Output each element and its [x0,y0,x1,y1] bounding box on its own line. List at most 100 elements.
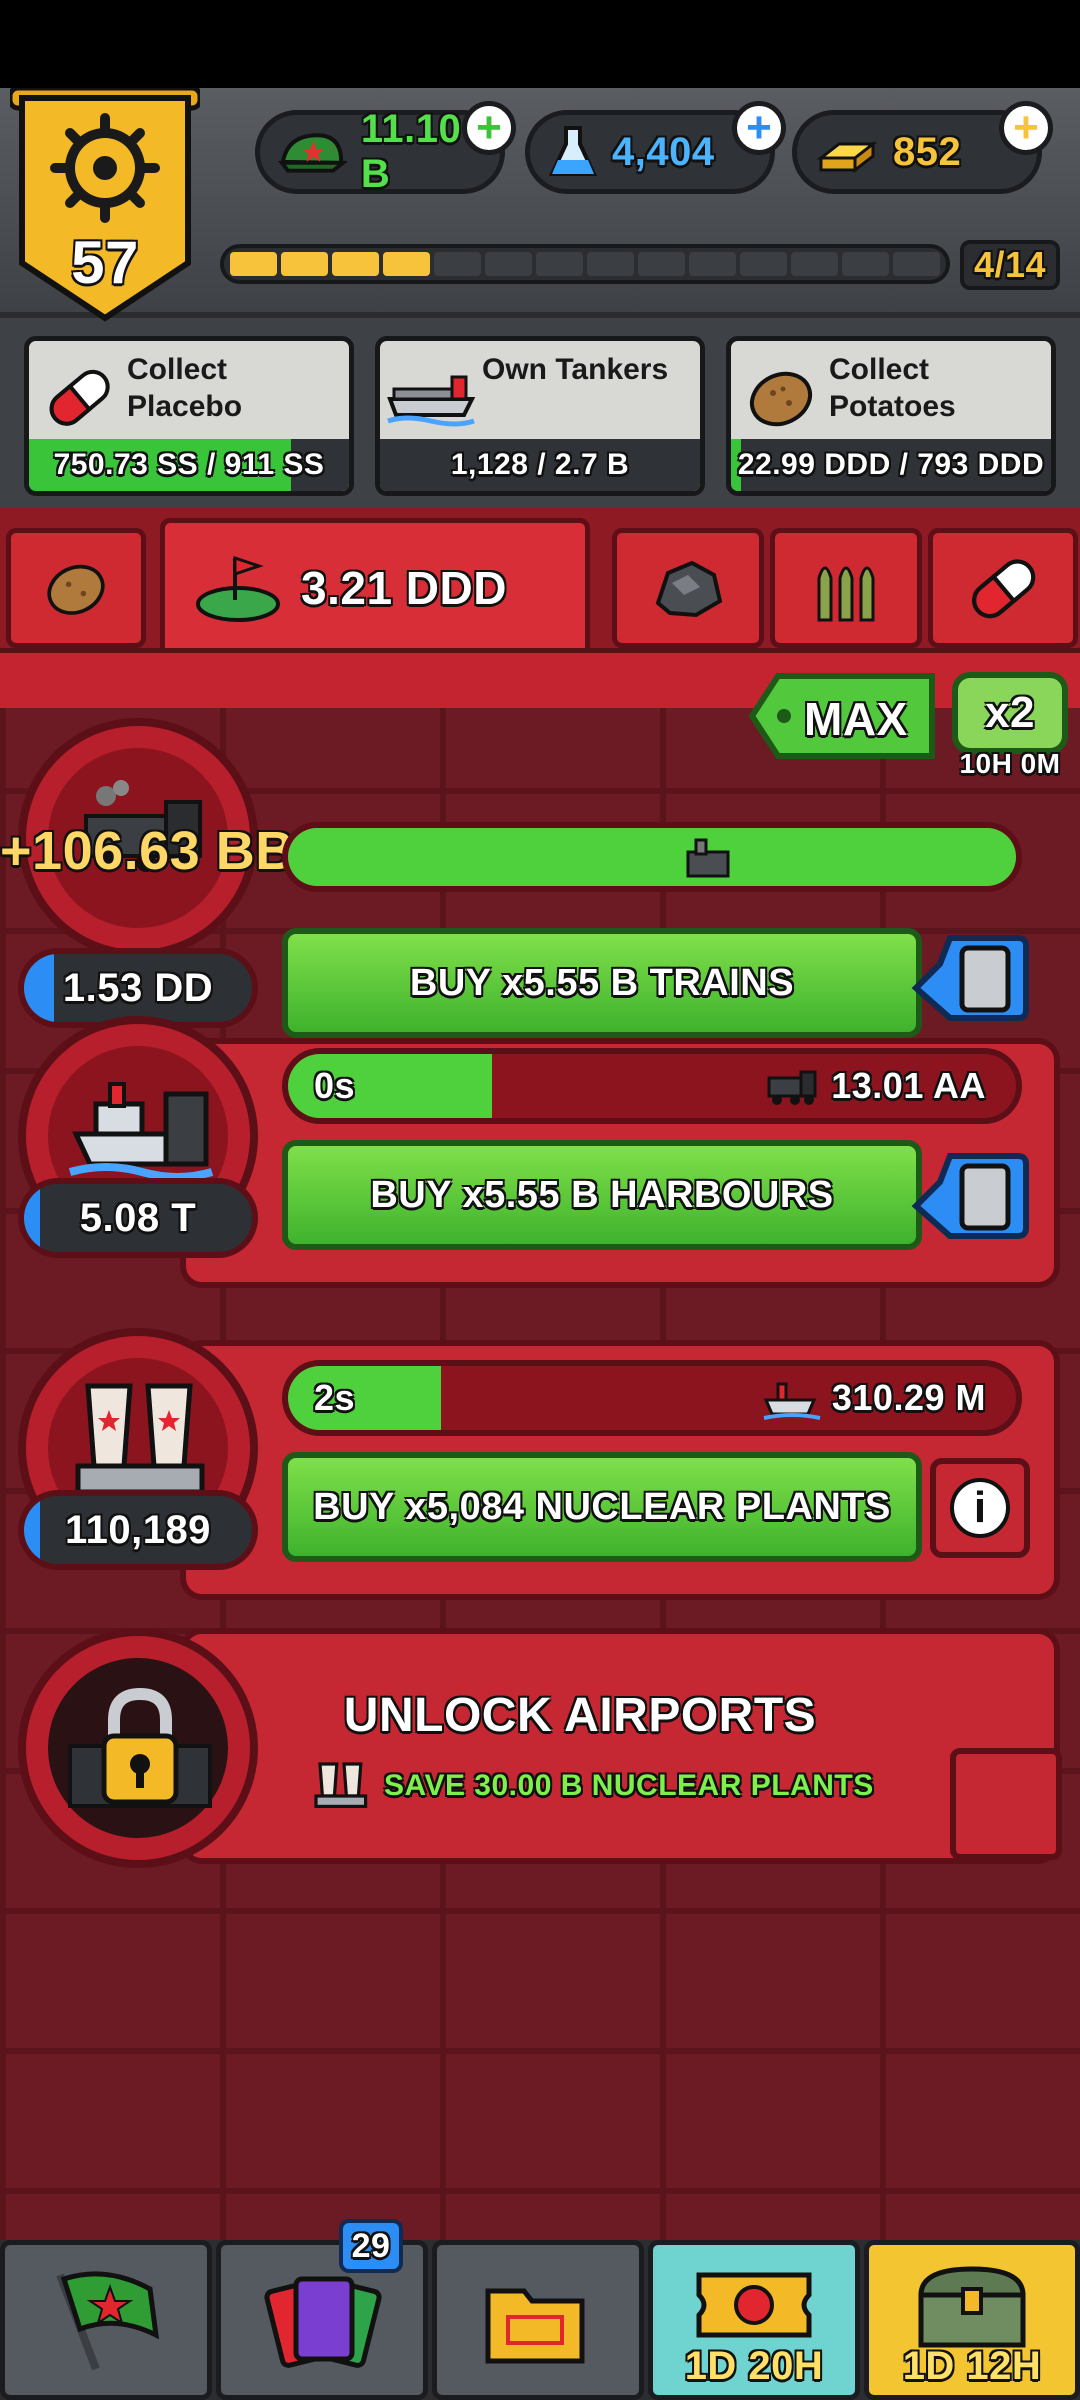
nav-cards[interactable]: 29 [216,2219,428,2400]
pill-icon [972,559,1036,619]
player-level: 57 [71,229,139,296]
ticket-icon [696,2272,812,2338]
chest-timer: 1D 12H [902,2344,1042,2388]
nav-files[interactable] [432,2240,644,2400]
rank-progress-track [220,244,950,284]
potato-icon [749,371,813,427]
rank-progress-segment [842,252,889,276]
tab-land[interactable]: 3.21 DDD [160,518,590,658]
add-science-button[interactable]: + [732,101,786,155]
buy-nuclear-plants-button[interactable]: BUY x5,084 NUCLEAR PLANTS [282,1452,922,1562]
rank-progress-segment [740,252,787,276]
owned-count: 5.08 T [18,1178,258,1258]
add-gold-button[interactable]: + [999,101,1053,155]
production-value: 310.29 M [831,1377,986,1418]
quest-title: Own Tankers [482,353,669,386]
gold-resource: 852 + [792,101,1053,194]
cash-cap-icon [278,133,347,173]
owned-count-value: 5.08 T [79,1195,197,1240]
quest-progress-text: 750.73 SS / 911 SS [53,448,325,481]
production-output: 13.01 AA [761,1054,986,1118]
quest-card-placebo[interactable]: Collect Placebo 750.73 SS / 911 SS [24,336,354,496]
buy-label: BUY x5,084 NUCLEAR PLANTS [313,1485,891,1528]
quest-progress-bar: 22.99 DDD / 793 DDD [731,439,1051,491]
owned-count: 110,189 [18,1490,258,1570]
harbour-ship-icon [763,1382,821,1420]
land-flag-icon [196,555,280,622]
flag-icon [56,2271,160,2371]
rank-progress-segment [638,252,685,276]
quest-card-potatoes[interactable]: Collect Potatoes 22.99 DDD / 793 DDD [726,336,1056,496]
locked-icon-circle [18,1628,258,1868]
quest-card-tankers[interactable]: Own Tankers 1,128 / 2.7 B [375,336,705,496]
cash-resource: 11.10 B + [255,101,516,196]
buy-label: BUY x5.55 B TRAINS [409,961,795,1004]
production-value: 13.01 AA [831,1065,986,1106]
rank-progress-segment [230,252,277,276]
gold-value: 852 [893,129,962,174]
production-time: 2s [314,1377,356,1418]
unlock-requirement: SAVE 30.00 B NUCLEAR PLANTS [310,1756,874,1816]
income-popup: +106.63 BB [0,821,295,881]
tab-ore[interactable] [612,528,764,648]
potato-icon [47,564,105,615]
buy-harbours-button[interactable]: BUY x5.55 B HARBOURS [282,1140,922,1250]
nuclear-plant-icon [314,1762,368,1808]
rank-progress-segment [689,252,736,276]
factory-row-trains: +106.63 BB 1.53 DD BUY x5.55 B TRAINS [0,718,1080,1038]
info-icon: i [950,1478,1010,1538]
quest-progress-bar: 1,128 / 2.7 B [380,439,700,491]
production-time: 0s [314,1065,356,1106]
harbour-ship-icon [686,838,730,878]
quest-title: Collect Potatoes [829,353,956,423]
unlock-title: UNLOCK AIRPORTS [343,1689,817,1742]
event-timer: 1D 20H [684,2344,824,2388]
science-resource: 4,404 + [525,101,786,194]
folder-icon [485,2288,585,2364]
owned-count-value: 110,189 [65,1507,211,1552]
train-icon [767,1070,817,1105]
buy-label: BUY x5.55 B HARBOURS [370,1173,834,1216]
quest-progress-text: 1,128 / 2.7 B [450,448,630,481]
unlock-corner-panel [950,1748,1062,1860]
manager-card-button[interactable] [910,1146,1030,1246]
top-bar: 57 11.10 B + 4,404 + 852 + 4/14 [0,88,1080,322]
rank-progress-segment [332,252,379,276]
tab-ammo[interactable] [770,528,922,648]
bottom-nav: 29 1D 20H 1D 12H [0,2219,1080,2400]
tanker-ship-icon [387,375,476,427]
level-banner[interactable]: 57 [7,88,203,328]
ore-icon [655,560,723,618]
production-bar: 2s 310.29 M [282,1360,1022,1436]
ammo-icon [817,566,875,622]
rank-progress-segment [281,252,328,276]
production-fill [288,1366,441,1430]
cards-icon [264,2276,382,2368]
nav-flag[interactable] [0,2240,212,2400]
production-bar: 0s 13.01 AA [282,1048,1022,1124]
production-fill [288,828,1016,886]
science-flask-icon [548,126,598,176]
rank-progress-segment [587,252,634,276]
add-cash-button[interactable]: + [462,101,516,155]
rank-progress-segment [485,252,532,276]
quest-progress-text: 22.99 DDD / 793 DDD [737,448,1045,481]
nav-event[interactable]: 1D 20H [648,2240,860,2400]
gold-bars-icon [816,140,878,174]
info-button[interactable]: i [930,1458,1030,1558]
rank-progress-segment [893,252,940,276]
rank-progress-label: 4/14 [960,240,1060,290]
unlock-requirement-text: SAVE 30.00 B NUCLEAR PLANTS [384,1769,874,1802]
tab-potato[interactable] [6,528,146,648]
rank-progress-segment [791,252,838,276]
production-bar [282,822,1022,892]
rank-progress-segment [536,252,583,276]
harbour-ship-icon [68,1082,214,1181]
nav-chest[interactable]: 1D 12H [864,2240,1080,2400]
factory-row-harbours: 0s 13.01 AA 5.08 T BUY x5.55 B HARBOURS [0,1008,1080,1308]
category-tabs: 3.21 DDD [0,508,1080,663]
quest-row: Collect Placebo 750.73 SS / 911 SS Own T… [0,318,1080,508]
tab-pill[interactable] [928,528,1078,648]
rank-progress-segment [383,252,430,276]
quest-title: Collect Placebo [127,353,243,423]
